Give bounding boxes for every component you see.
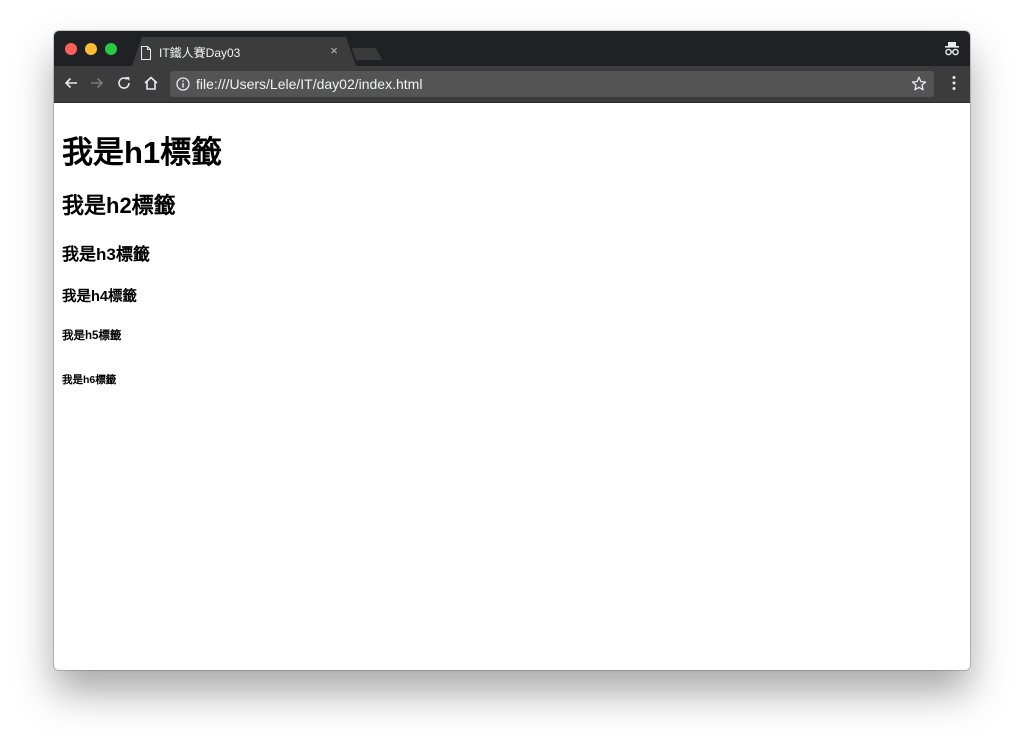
new-tab-button[interactable] (352, 48, 382, 60)
home-icon[interactable] (142, 74, 160, 92)
browser-toolbar: file:///Users/Lele/IT/day02/index.html (54, 66, 970, 103)
kebab-menu-icon[interactable] (946, 74, 962, 92)
address-bar[interactable]: file:///Users/Lele/IT/day02/index.html (170, 71, 934, 97)
page-content: 我是h1標籤 我是h2標籤 我是h3標籤 我是h4標籤 我是h5標籤 我是h6標… (54, 103, 970, 670)
heading-h6: 我是h6標籤 (62, 374, 117, 386)
reload-icon[interactable] (115, 74, 133, 92)
heading-h5: 我是h5標籤 (62, 330, 122, 342)
tab-title: IT鐵人賽Day03 (159, 46, 241, 60)
minimize-window-button[interactable] (85, 43, 97, 55)
url-text[interactable]: file:///Users/Lele/IT/day02/index.html (196, 76, 422, 92)
page-icon (141, 46, 151, 60)
back-arrow-icon[interactable] (62, 74, 80, 92)
heading-h4: 我是h4標籤 (62, 289, 137, 305)
info-icon[interactable] (176, 77, 190, 91)
maximize-window-button[interactable] (105, 43, 117, 55)
heading-h3: 我是h3標籤 (62, 245, 150, 264)
heading-h2: 我是h2標籤 (62, 193, 176, 218)
star-icon[interactable] (910, 75, 928, 93)
incognito-icon (945, 42, 959, 56)
tab-strip: IT鐵人賽Day03 × (54, 31, 970, 66)
forward-arrow-icon[interactable] (88, 74, 106, 92)
close-window-button[interactable] (65, 43, 77, 55)
tab-close-button[interactable]: × (328, 43, 340, 58)
browser-window: IT鐵人賽Day03 × file:///Users/Lele/IT/day02… (54, 31, 970, 670)
heading-h1: 我是h1標籤 (62, 135, 223, 170)
